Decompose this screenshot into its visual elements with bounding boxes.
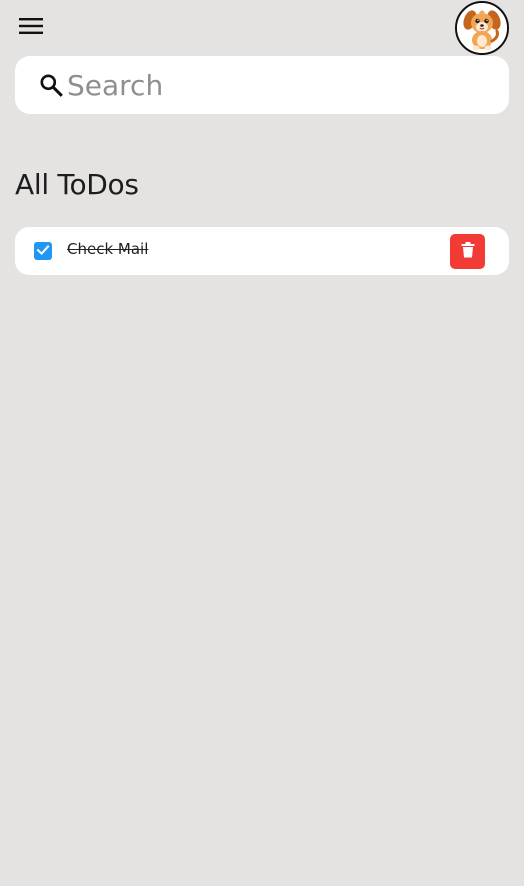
todo-list: Check Mail <box>15 227 509 275</box>
avatar[interactable] <box>455 1 509 55</box>
delete-todo-button[interactable] <box>450 234 485 269</box>
search-input[interactable] <box>67 63 487 107</box>
todo-app-screen: All ToDos Check Mail <box>0 0 524 886</box>
puppy-avatar-icon <box>457 3 507 53</box>
search-icon <box>37 71 65 99</box>
menu-button[interactable] <box>16 13 46 43</box>
trash-icon <box>461 241 475 262</box>
menu-icon <box>19 17 43 39</box>
todo-label: Check Mail <box>67 240 149 258</box>
page-title: All ToDos <box>15 168 139 201</box>
search-bar[interactable] <box>15 56 509 114</box>
todo-checkbox[interactable] <box>34 242 52 260</box>
checkmark-icon <box>36 242 50 261</box>
todo-item[interactable]: Check Mail <box>15 227 509 275</box>
